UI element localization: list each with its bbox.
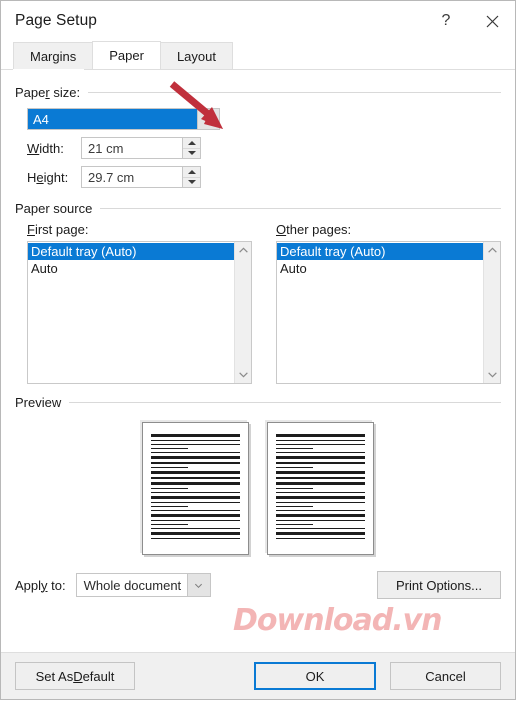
width-value[interactable]: 21 cm xyxy=(82,138,182,158)
paper-size-row: A4 xyxy=(27,108,501,130)
apply-to-label: Apply to: xyxy=(15,577,66,593)
chevron-up-icon[interactable] xyxy=(238,245,249,256)
first-page-items: Default tray (Auto) Auto xyxy=(28,242,234,383)
height-value[interactable]: 29.7 cm xyxy=(82,167,182,187)
window-controls: ? xyxy=(423,1,515,41)
triangle-up-icon xyxy=(187,169,196,174)
print-options-button[interactable]: Print Options... xyxy=(377,571,501,599)
preview-page-2 xyxy=(267,422,374,555)
chevron-up-icon[interactable] xyxy=(487,245,498,256)
width-label: Width: xyxy=(27,140,64,156)
paper-size-group: Paper size: A4 Width: 21 cm Height: 29.7… xyxy=(15,84,501,188)
list-item[interactable]: Default tray (Auto) xyxy=(277,243,483,260)
preview-label: Preview xyxy=(15,394,62,410)
height-decrement-button[interactable] xyxy=(183,177,200,187)
height-stepper[interactable] xyxy=(182,167,200,187)
tab-layout[interactable]: Layout xyxy=(159,42,233,69)
list-item[interactable]: Auto xyxy=(28,260,234,277)
width-decrement-button[interactable] xyxy=(183,148,200,158)
height-row: Height: 29.7 cm xyxy=(27,166,501,188)
paper-source-columns: First page: Default tray (Auto) Auto Oth… xyxy=(15,216,501,384)
active-tab-seam xyxy=(13,69,84,71)
paper-size-value: A4 xyxy=(28,109,197,129)
apply-to-row: Apply to: Whole document Print Options..… xyxy=(15,571,501,599)
close-icon xyxy=(486,15,498,27)
first-page-column: First page: Default tray (Auto) Auto xyxy=(27,222,252,384)
width-row: Width: 21 cm xyxy=(27,137,501,159)
triangle-up-icon xyxy=(187,140,196,145)
height-label: Height: xyxy=(27,169,69,185)
preview-group: Preview xyxy=(15,394,501,555)
ok-button[interactable]: OK xyxy=(254,662,376,690)
page-title: Page Setup xyxy=(15,12,98,29)
paper-source-label: Paper source xyxy=(15,200,93,216)
group-divider xyxy=(100,207,501,209)
apply-to-value: Whole document xyxy=(83,577,182,593)
paper-size-dropdown-button[interactable] xyxy=(197,109,219,129)
other-pages-listbox[interactable]: Default tray (Auto) Auto xyxy=(276,241,501,384)
other-pages-items: Default tray (Auto) Auto xyxy=(277,242,483,383)
width-field[interactable]: 21 cm xyxy=(81,137,201,159)
paper-size-dropdown[interactable]: A4 xyxy=(27,108,220,130)
preview-pages xyxy=(15,410,501,555)
apply-to-dropdown[interactable]: Whole document xyxy=(75,573,211,597)
other-pages-label: Other pages: xyxy=(276,222,352,237)
triangle-down-icon xyxy=(187,151,196,156)
height-field[interactable]: 29.7 cm xyxy=(81,166,201,188)
chevron-down-icon[interactable] xyxy=(238,369,249,380)
group-divider xyxy=(88,91,501,93)
triangle-down-icon xyxy=(187,180,196,185)
first-page-listbox[interactable]: Default tray (Auto) Auto xyxy=(27,241,252,384)
cancel-button[interactable]: Cancel xyxy=(390,662,501,690)
tab-content-paper: Paper size: A4 Width: 21 cm Height: 29.7… xyxy=(1,69,515,652)
other-pages-column: Other pages: Default tray (Auto) Auto xyxy=(276,222,501,384)
first-page-scrollbar[interactable] xyxy=(234,242,251,383)
chevron-down-icon xyxy=(195,583,203,588)
paper-size-fields: A4 Width: 21 cm Height: 29.7 cm xyxy=(15,100,501,188)
help-button[interactable]: ? xyxy=(423,1,469,41)
close-button[interactable] xyxy=(469,1,515,41)
set-as-default-button[interactable]: Set As Default xyxy=(15,662,135,690)
question-mark-icon: ? xyxy=(441,12,451,29)
width-stepper[interactable] xyxy=(182,138,200,158)
paper-source-group: Paper source First page: Default tray (A… xyxy=(15,200,501,384)
height-increment-button[interactable] xyxy=(183,167,200,178)
first-page-label: First page: xyxy=(27,222,89,237)
dialog-footer: Set As Default OK Cancel xyxy=(1,652,515,699)
paper-source-group-header: Paper source xyxy=(15,200,501,216)
group-divider xyxy=(69,401,501,403)
width-increment-button[interactable] xyxy=(183,138,200,149)
page-setup-dialog: Page Setup ? Margins Paper Layout Paper … xyxy=(0,0,516,700)
apply-to-dropdown-button[interactable] xyxy=(186,574,210,596)
preview-page-1 xyxy=(142,422,249,555)
paper-size-label: Paper size: xyxy=(15,84,81,100)
chevron-down-icon xyxy=(204,117,213,122)
chevron-down-icon[interactable] xyxy=(487,369,498,380)
list-item[interactable]: Auto xyxy=(277,260,483,277)
list-item[interactable]: Default tray (Auto) xyxy=(28,243,234,260)
paper-size-group-header: Paper size: xyxy=(15,84,501,100)
tab-margins[interactable]: Margins xyxy=(13,42,94,69)
title-bar: Page Setup ? xyxy=(1,1,515,41)
tab-strip: Margins Paper Layout xyxy=(1,41,515,69)
other-pages-scrollbar[interactable] xyxy=(483,242,500,383)
tab-paper[interactable]: Paper xyxy=(92,41,161,69)
preview-group-header: Preview xyxy=(15,394,501,410)
